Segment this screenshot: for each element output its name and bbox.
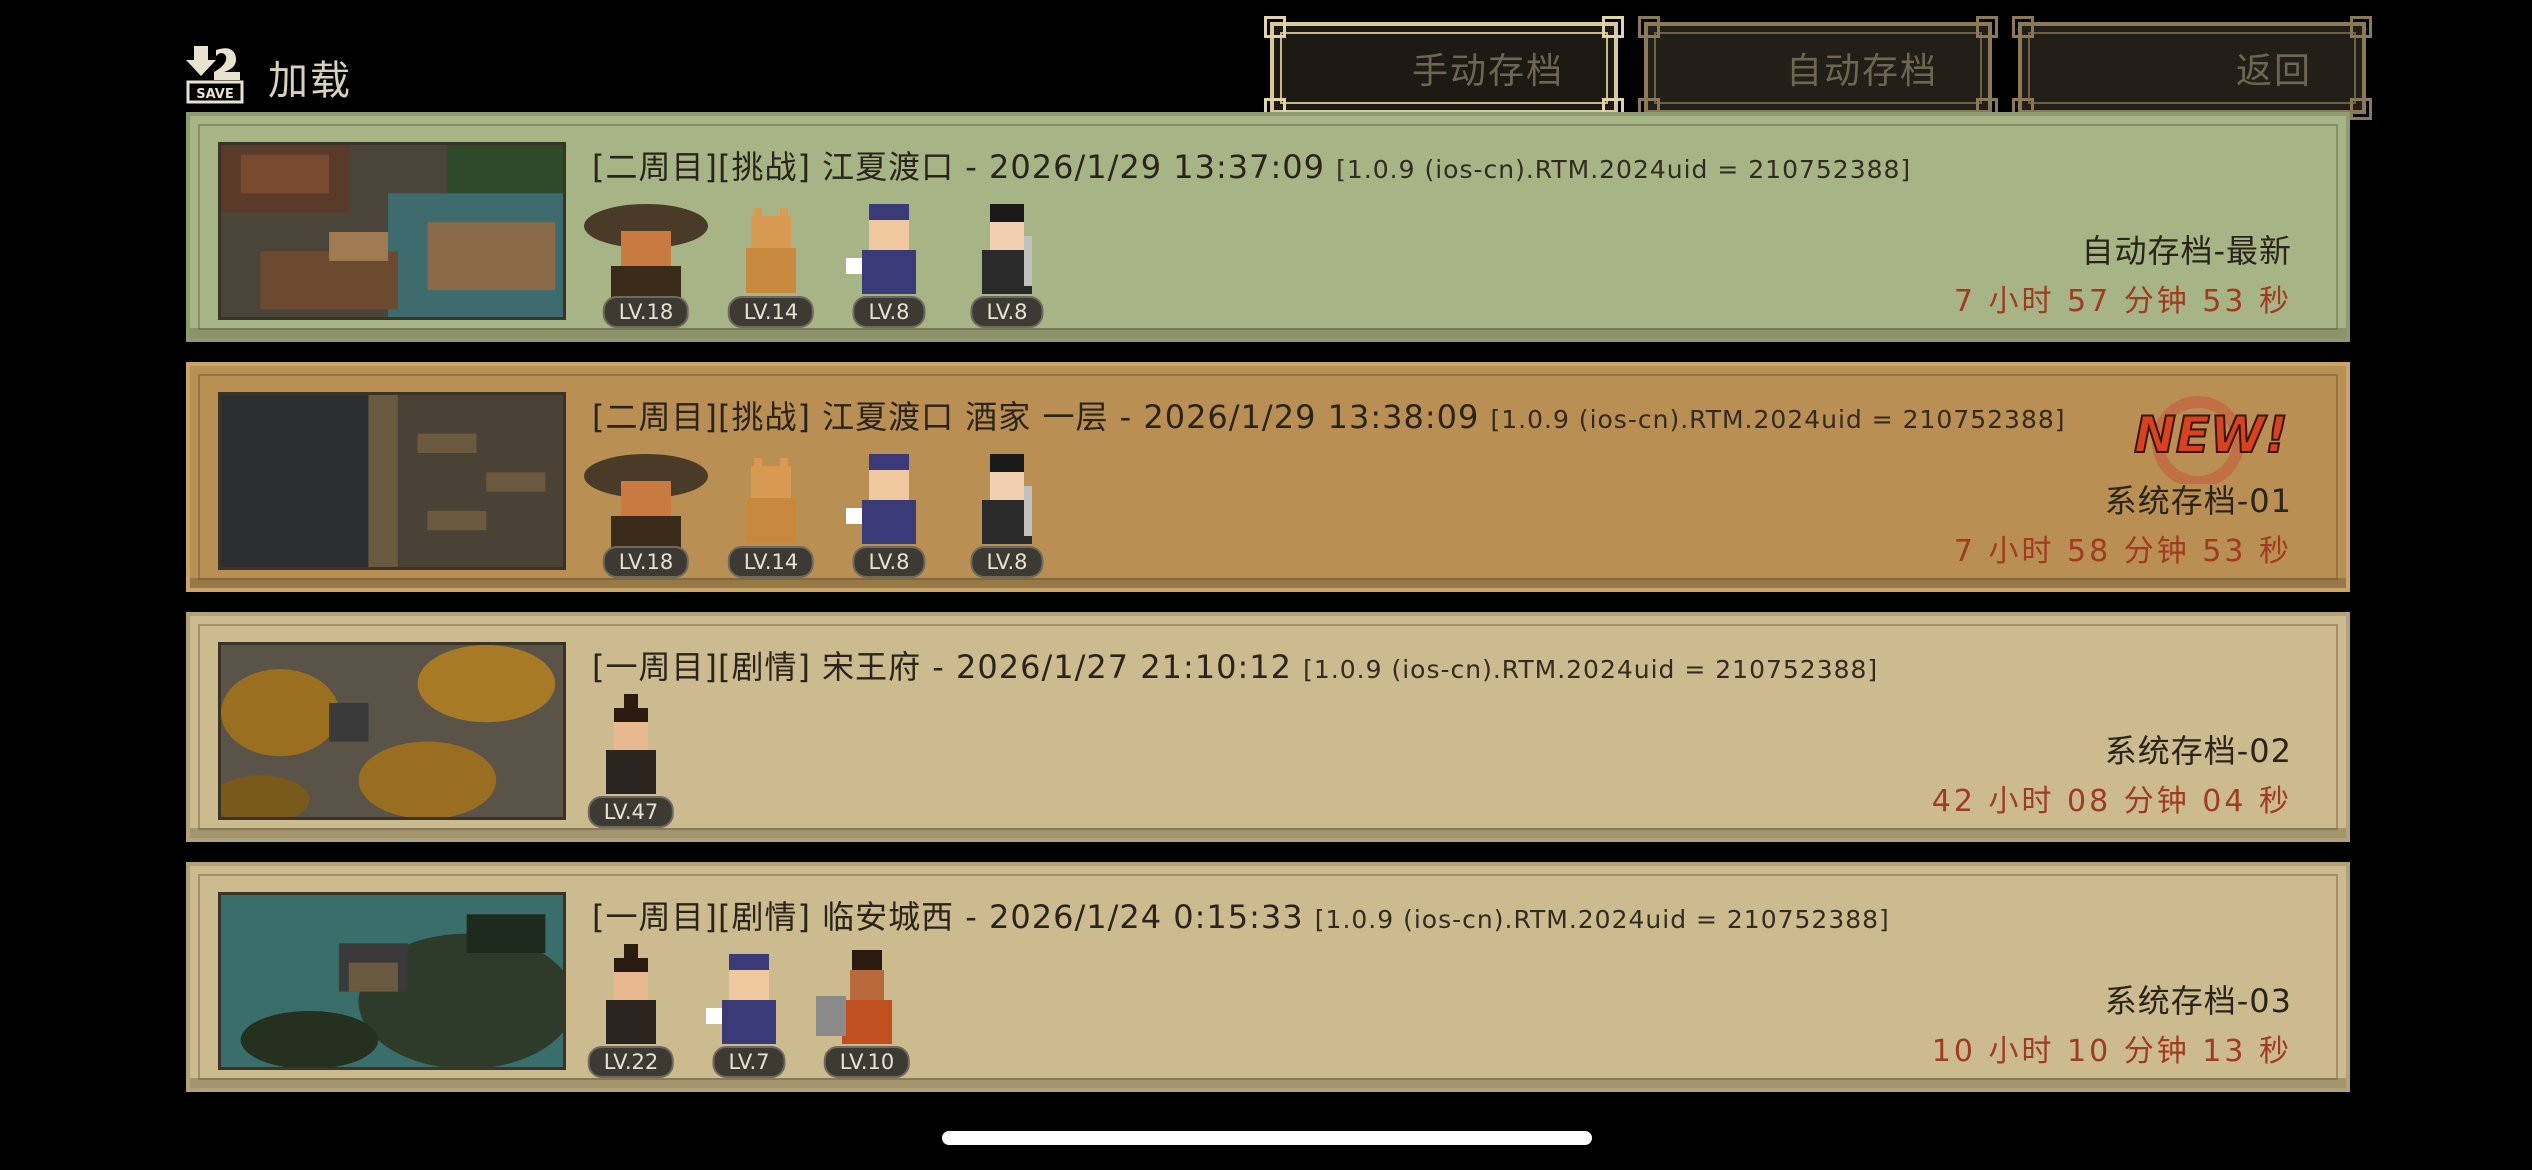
slot-title: [二周目][挑战] 江夏渡口 酒家 一层 - 2026/1/29 13:38:0… — [592, 398, 2066, 436]
save-slot[interactable]: [一周目][剧情] 宋王府 - 2026/1/27 21:10:12 [1.0.… — [186, 612, 2350, 842]
save-icon: SAVE — [186, 46, 244, 104]
home-indicator[interactable] — [942, 1131, 1592, 1145]
tab-manual-save[interactable]: 手动存档 — [1264, 16, 1624, 120]
character-sprite — [816, 950, 892, 1044]
slot-name: 系统存档-01 — [2104, 482, 2292, 520]
level-badge: LV.8 — [852, 546, 926, 578]
character-sprite — [584, 454, 708, 551]
character-sprite — [846, 204, 916, 294]
playtime: 42 小时 08 分钟 04 秒 — [1931, 784, 2292, 819]
level-badge: LV.10 — [823, 1046, 911, 1078]
party-member: LV.8 — [834, 436, 944, 586]
save-slot[interactable]: [二周目][挑战] 江夏渡口 酒家 一层 - 2026/1/29 13:38:0… — [186, 362, 2350, 592]
location-thumbnail — [218, 142, 566, 320]
back-label: 返回 — [2235, 51, 2312, 92]
level-badge: LV.8 — [852, 296, 926, 328]
svg-text:NEW!: NEW! — [2134, 406, 2288, 464]
character-sprite — [982, 454, 1032, 544]
party-member: LV.22 — [576, 936, 686, 1086]
svg-text:SAVE: SAVE — [196, 87, 233, 102]
level-badge: LV.14 — [727, 546, 815, 578]
location-thumbnail — [218, 892, 566, 1070]
playtime: 7 小时 57 分钟 53 秒 — [1953, 284, 2292, 319]
page-title: 加载 — [268, 58, 352, 104]
party-member: LV.14 — [716, 186, 826, 336]
playtime: 10 小时 10 分钟 13 秒 — [1931, 1034, 2292, 1069]
level-badge: LV.8 — [970, 296, 1044, 328]
slot-title: [一周目][剧情] 临安城西 - 2026/1/24 0:15:33 [1.0.… — [592, 898, 1890, 936]
character-sprite — [584, 204, 708, 301]
level-badge: LV.22 — [587, 1046, 675, 1078]
slot-name: 自动存档-最新 — [2081, 232, 2292, 270]
slot-name: 系统存档-02 — [2104, 732, 2292, 770]
character-sprite — [846, 454, 916, 544]
save-slot[interactable]: [二周目][挑战] 江夏渡口 - 2026/1/29 13:37:09 [1.0… — [186, 112, 2350, 342]
slot-name: 系统存档-03 — [2104, 982, 2292, 1020]
slot-title: [一周目][剧情] 宋王府 - 2026/1/27 21:10:12 [1.0.… — [592, 648, 1879, 686]
party-member: LV.18 — [576, 436, 716, 586]
level-badge: LV.47 — [587, 796, 675, 828]
location-thumbnail — [218, 642, 566, 820]
slot-title: [二周目][挑战] 江夏渡口 - 2026/1/29 13:37:09 [1.0… — [592, 148, 1912, 186]
level-badge: LV.18 — [602, 546, 690, 578]
party-member: LV.47 — [576, 686, 686, 836]
party-member: LV.18 — [576, 186, 716, 336]
level-badge: LV.8 — [970, 546, 1044, 578]
party-member: LV.8 — [952, 436, 1062, 586]
character-sprite — [606, 944, 656, 1044]
character-sprite — [606, 694, 656, 794]
location-thumbnail — [218, 392, 566, 570]
new-badge-icon: NEW! — [2133, 396, 2289, 484]
playtime: 7 小时 58 分钟 53 秒 — [1953, 534, 2292, 569]
tab-label: 手动存档 — [1411, 51, 1564, 92]
character-sprite — [706, 954, 776, 1044]
party-member: LV.8 — [952, 186, 1062, 336]
party-member: LV.7 — [694, 936, 804, 1086]
level-badge: LV.14 — [727, 296, 815, 328]
party-member: LV.8 — [834, 186, 944, 336]
party-member: LV.10 — [812, 936, 922, 1086]
tab-auto-save[interactable]: 自动存档 — [1638, 16, 1998, 120]
level-badge: LV.7 — [712, 1046, 786, 1078]
back-button[interactable]: 返回 — [2012, 16, 2372, 120]
tab-label: 自动存档 — [1785, 51, 1938, 92]
character-sprite — [746, 208, 796, 293]
level-badge: LV.18 — [602, 296, 690, 328]
party-member: LV.14 — [716, 436, 826, 586]
character-sprite — [746, 458, 796, 543]
character-sprite — [982, 204, 1032, 294]
save-slot[interactable]: [一周目][剧情] 临安城西 - 2026/1/24 0:15:33 [1.0.… — [186, 862, 2350, 1092]
